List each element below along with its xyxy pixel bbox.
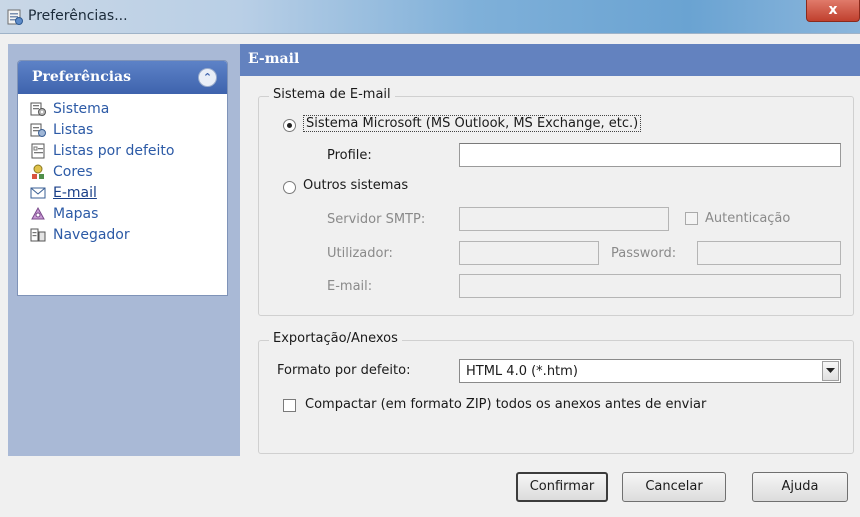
title-bar: Preferências... x (0, 0, 860, 34)
envelope-icon (28, 184, 48, 202)
nav-item-email[interactable]: E-mail (28, 182, 227, 203)
password-label: Password: (611, 246, 677, 261)
other-systems-label: Outros sistemas (303, 178, 409, 193)
nav-item-sistema[interactable]: Sistema (28, 98, 227, 119)
default-format-label: Formato por defeito: (277, 363, 411, 378)
nav-item-label: Navegador (53, 226, 130, 243)
app-icon (7, 9, 23, 25)
confirm-button[interactable]: Confirmar (516, 472, 608, 502)
other-systems-radio[interactable] (283, 181, 296, 194)
ms-system-radio[interactable] (283, 119, 296, 132)
authentication-label: Autenticação (705, 211, 791, 226)
profile-input[interactable] (459, 143, 841, 167)
nav-list: Sistema Listas Listas por defeito Cores … (18, 94, 227, 245)
user-input[interactable] (459, 241, 599, 265)
dialog-button-bar: Confirmar Cancelar Ajuda (0, 456, 860, 517)
collapse-icon[interactable]: ⌃ (198, 68, 217, 87)
help-button-label: Ajuda (781, 479, 819, 494)
cancel-button-label: Cancelar (645, 479, 703, 494)
window-title: Preferências... (28, 8, 128, 24)
smtp-server-input[interactable] (459, 207, 669, 231)
export-attachments-group: Exportação/Anexos Formato por defeito: H… (258, 331, 854, 454)
nav-item-label: Listas (53, 121, 94, 138)
export-attachments-legend: Exportação/Anexos (269, 331, 402, 346)
lists-icon (28, 121, 48, 139)
nav-item-label: Cores (53, 163, 93, 180)
user-label: Utilizador: (327, 246, 393, 261)
default-lists-icon (28, 142, 48, 160)
nav-item-listas-por-defeito[interactable]: Listas por defeito (28, 140, 227, 161)
nav-item-label: Listas por defeito (53, 142, 175, 159)
section-title: E-mail (240, 44, 860, 76)
nav-item-navegador[interactable]: Navegador (28, 224, 227, 245)
navigation-pane: Preferências ⌃ Sistema Listas Listas por… (8, 44, 240, 456)
nav-item-listas[interactable]: Listas (28, 119, 227, 140)
confirm-button-label: Confirmar (529, 479, 595, 494)
nav-panel-header: Preferências ⌃ (18, 61, 227, 94)
default-format-value: HTML 4.0 (*.htm) (466, 364, 578, 379)
navigator-icon (28, 226, 48, 244)
nav-panel-title: Preferências (32, 69, 131, 85)
email-label: E-mail: (327, 279, 373, 294)
email-system-group: Sistema de E-mail Sistema Microsoft (MS … (258, 87, 854, 316)
nav-item-label: Sistema (53, 100, 110, 117)
ms-system-label-text: Sistema Microsoft (MS Outlook, MS Exchan… (303, 115, 642, 132)
email-settings-panel: Sistema de E-mail Sistema Microsoft (MS … (240, 76, 860, 456)
password-input[interactable] (697, 241, 841, 265)
preferences-dialog: Preferências... x Preferências ⌃ Sistema (0, 0, 860, 517)
nav-item-label: E-mail (53, 184, 97, 201)
nav-item-mapas[interactable]: Mapas (28, 203, 227, 224)
dropdown-arrow-icon[interactable] (822, 361, 839, 381)
system-icon (28, 100, 48, 118)
nav-item-cores[interactable]: Cores (28, 161, 227, 182)
ms-system-option-label[interactable]: Sistema Microsoft (MS Outlook, MS Exchan… (303, 115, 642, 132)
colors-icon (28, 163, 48, 181)
profile-label: Profile: (327, 148, 372, 163)
authentication-checkbox[interactable] (685, 212, 698, 225)
default-format-select[interactable]: HTML 4.0 (*.htm) (459, 359, 841, 383)
cancel-button[interactable]: Cancelar (622, 472, 726, 502)
zip-attachments-checkbox[interactable] (283, 399, 296, 412)
close-button[interactable]: x (806, 0, 860, 22)
help-button[interactable]: Ajuda (752, 472, 848, 502)
nav-item-label: Mapas (53, 205, 99, 222)
smtp-server-label: Servidor SMTP: (327, 212, 426, 227)
email-system-legend: Sistema de E-mail (269, 87, 395, 102)
email-input[interactable] (459, 274, 841, 298)
preferences-nav-panel: Preferências ⌃ Sistema Listas Listas por… (17, 60, 228, 296)
zip-attachments-label: Compactar (em formato ZIP) todos os anex… (305, 397, 707, 412)
maps-icon (28, 205, 48, 223)
